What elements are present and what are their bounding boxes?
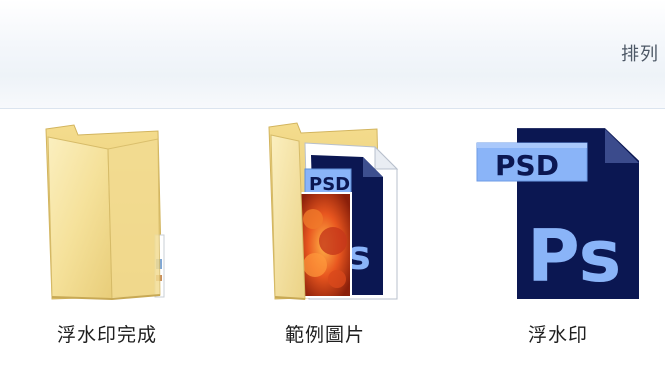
file-item-folder-sample-images[interactable]: PSD s 範例圖片: [235, 109, 435, 379]
file-item-psd-watermark[interactable]: PSD Ps 浮水印: [453, 109, 653, 379]
folder-with-images-icon: PSD s: [268, 122, 399, 300]
ps-glyph: Ps: [527, 214, 621, 298]
svg-text:PSD: PSD: [309, 174, 350, 195]
sort-by-button[interactable]: 排列: [621, 40, 659, 66]
file-view: 浮水印完成 PSD s 範例圖片 PSD Ps 浮水印: [0, 109, 665, 390]
photoshop-psd-file-icon: PSD Ps: [476, 128, 639, 299]
file-item-folder-watermark-done[interactable]: 浮水印完成: [12, 109, 212, 379]
item-label: 浮水印: [527, 324, 588, 346]
folder-icon: [45, 124, 165, 301]
item-label: 範例圖片: [284, 324, 365, 346]
explorer-window: 排列 浮水印完成 PSD s 範例圖片 PSD Ps 浮水印: [0, 0, 665, 390]
item-label: 浮水印完成: [56, 324, 157, 346]
command-bar: 排列: [0, 0, 665, 109]
psd-badge: PSD: [495, 149, 559, 182]
